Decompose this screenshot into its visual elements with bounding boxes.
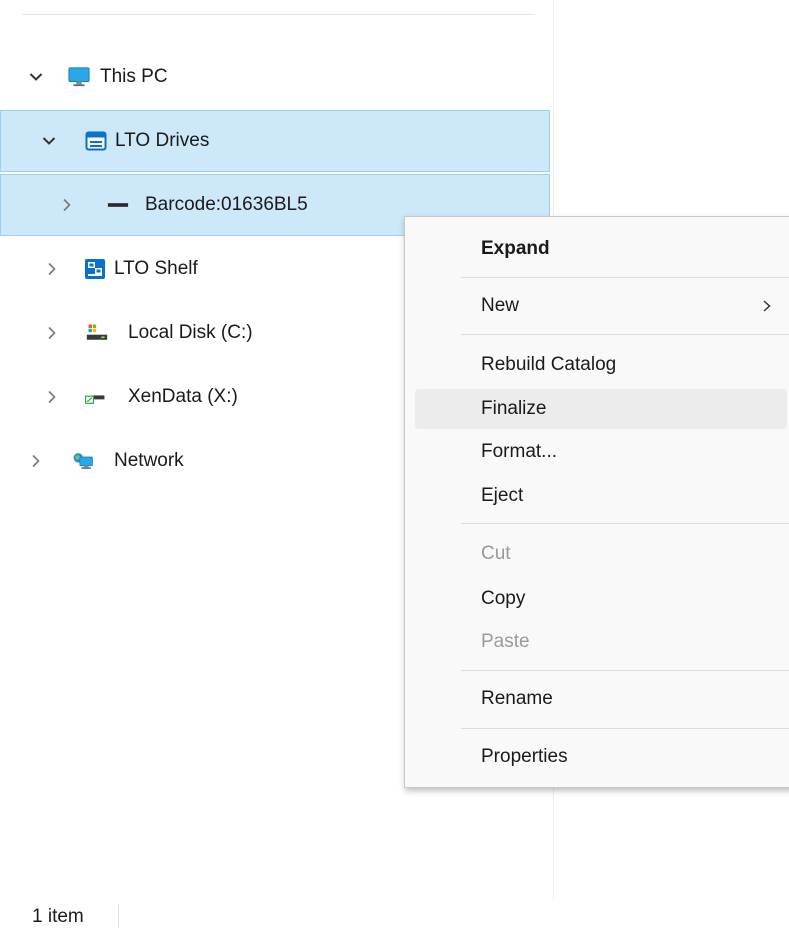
menu-item-label: Copy <box>481 588 526 609</box>
lto-drives-icon <box>85 130 107 152</box>
menu-item-label: Paste <box>481 631 530 652</box>
menu-item-cut[interactable]: Cut <box>415 534 787 574</box>
menu-item-eject[interactable]: Eject <box>415 476 787 516</box>
menu-item-properties[interactable]: Properties <box>415 737 787 777</box>
tree-item-label: XenData (X:) <box>128 386 238 407</box>
menu-item-label: Finalize <box>481 398 547 419</box>
menu-separator <box>461 728 789 729</box>
status-bar: 1 item <box>0 898 789 935</box>
tape-cartridge-icon <box>107 194 129 216</box>
item-count: 1 item <box>32 905 84 927</box>
menu-item-label: Cut <box>481 543 511 564</box>
monitor-icon <box>68 66 90 88</box>
menu-item-label: Format... <box>481 441 558 462</box>
menu-item-label: Rebuild Catalog <box>481 354 617 375</box>
context-menu: Expand New Rebuild Catalog Finalize Form… <box>404 216 789 788</box>
chevron-right-icon[interactable] <box>44 325 60 341</box>
menu-item-copy[interactable]: Copy <box>415 579 787 619</box>
chevron-right-icon <box>761 299 773 313</box>
menu-item-format[interactable]: Format... <box>415 432 787 472</box>
tree-item-label: LTO Drives <box>115 130 210 151</box>
menu-item-paste[interactable]: Paste <box>415 622 787 662</box>
chevron-right-icon[interactable] <box>44 389 60 405</box>
tree-item-label: Local Disk (C:) <box>128 322 253 343</box>
menu-separator <box>461 670 789 671</box>
network-icon <box>72 450 94 472</box>
tree-item-label: Network <box>114 450 184 471</box>
menu-item-label: Properties <box>481 746 568 767</box>
chevron-right-icon[interactable] <box>28 453 44 469</box>
menu-item-rename[interactable]: Rename <box>415 679 787 719</box>
chevron-right-icon[interactable] <box>59 197 75 213</box>
menu-item-expand[interactable]: Expand <box>415 229 787 269</box>
menu-item-label: Expand <box>481 238 550 259</box>
menu-item-label: Eject <box>481 485 524 506</box>
tree-item-this-pc[interactable]: This PC <box>0 46 550 108</box>
tree-item-label: Barcode:01636BL5 <box>145 194 308 215</box>
status-divider <box>118 904 119 928</box>
tree-item-label: LTO Shelf <box>114 258 198 279</box>
chevron-down-icon[interactable] <box>28 69 44 85</box>
menu-item-new[interactable]: New <box>415 286 787 326</box>
tree-item-lto-drives[interactable]: LTO Drives <box>0 110 550 172</box>
chevron-down-icon[interactable] <box>41 133 57 149</box>
network-drive-icon <box>84 386 106 408</box>
menu-item-rebuild-catalog[interactable]: Rebuild Catalog <box>415 345 787 385</box>
local-disk-icon <box>86 322 108 344</box>
chevron-right-icon[interactable] <box>44 261 60 277</box>
menu-separator <box>461 523 789 524</box>
menu-item-finalize[interactable]: Finalize <box>415 389 787 429</box>
menu-separator <box>461 277 789 278</box>
menu-item-label: New <box>481 295 520 316</box>
menu-separator <box>461 334 789 335</box>
lto-shelf-icon <box>84 258 106 280</box>
menu-item-label: Rename <box>481 688 553 709</box>
tree-item-label: This PC <box>100 66 168 87</box>
